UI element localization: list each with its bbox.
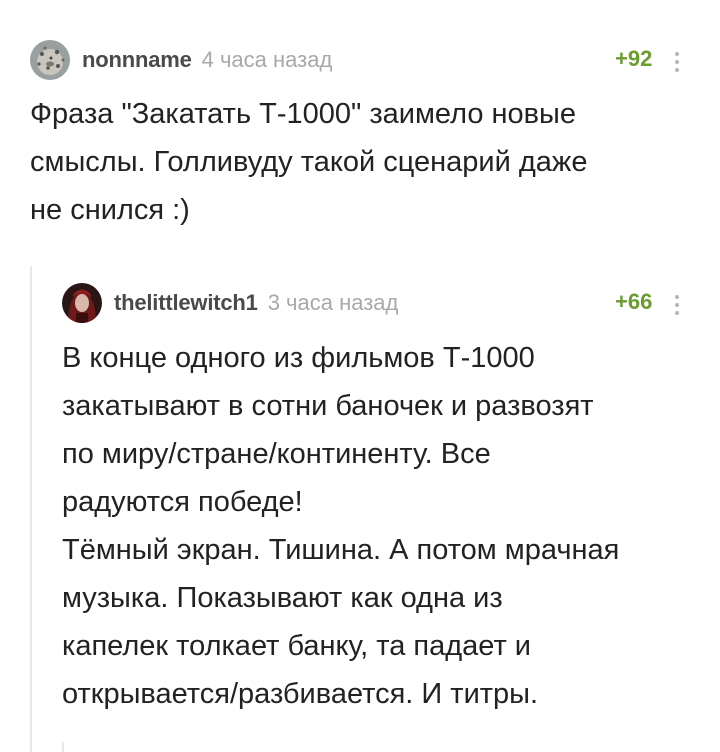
comment-text-line: В конце одного из фильмов Т-1000 [62, 342, 535, 374]
comment-text-line: открывается/разбивается. И титры. [62, 678, 539, 710]
comment-text-line: музыка. Показывают как одна из [62, 582, 503, 614]
comment-header: nonnname 4 часа назад [30, 38, 332, 82]
thread-line[interactable] [62, 742, 64, 752]
comment-text-line: по миру/стране/континенту. Все [62, 438, 491, 470]
avatar[interactable] [30, 40, 70, 80]
author-name[interactable]: nonnname [82, 47, 192, 73]
author-name[interactable]: thelittlewitch1 [114, 290, 258, 316]
comment-text-line: Тёмный экран. Тишина. А потом мрачная [62, 534, 620, 566]
more-options-icon[interactable] [674, 52, 680, 74]
thread-line[interactable] [30, 266, 32, 752]
witch-avatar-icon [62, 283, 102, 323]
comment-time: 4 часа назад [201, 47, 333, 72]
comment-time: 3 часа назад [267, 290, 399, 315]
comment-header: thelittlewitch1 3 часа назад [62, 281, 398, 325]
comment-text-line: смыслы. Голливуду такой сценарий даже [30, 146, 588, 178]
avatar[interactable] [62, 283, 102, 323]
comment-text-line: Фраза "Закатать Т-1000" заимело новые [30, 98, 577, 130]
more-options-icon[interactable] [674, 295, 680, 317]
comment-text-line: закатывают в сотни баночек и развозят [62, 390, 594, 422]
comment-text-line: капелек толкает банку, та падает и [62, 630, 531, 662]
comment-text-line: не снился :) [30, 194, 190, 226]
comment-text-line: радуются победе! [62, 486, 303, 518]
comment-text: В конце одного из фильмов Т-1000 закатыв… [62, 334, 619, 718]
comment-text: Фраза "Закатать Т-1000" заимело новые см… [30, 90, 587, 234]
rating-value: +66 [615, 289, 653, 314]
leopard-avatar-icon [30, 40, 70, 80]
rating-value: +92 [615, 46, 653, 71]
